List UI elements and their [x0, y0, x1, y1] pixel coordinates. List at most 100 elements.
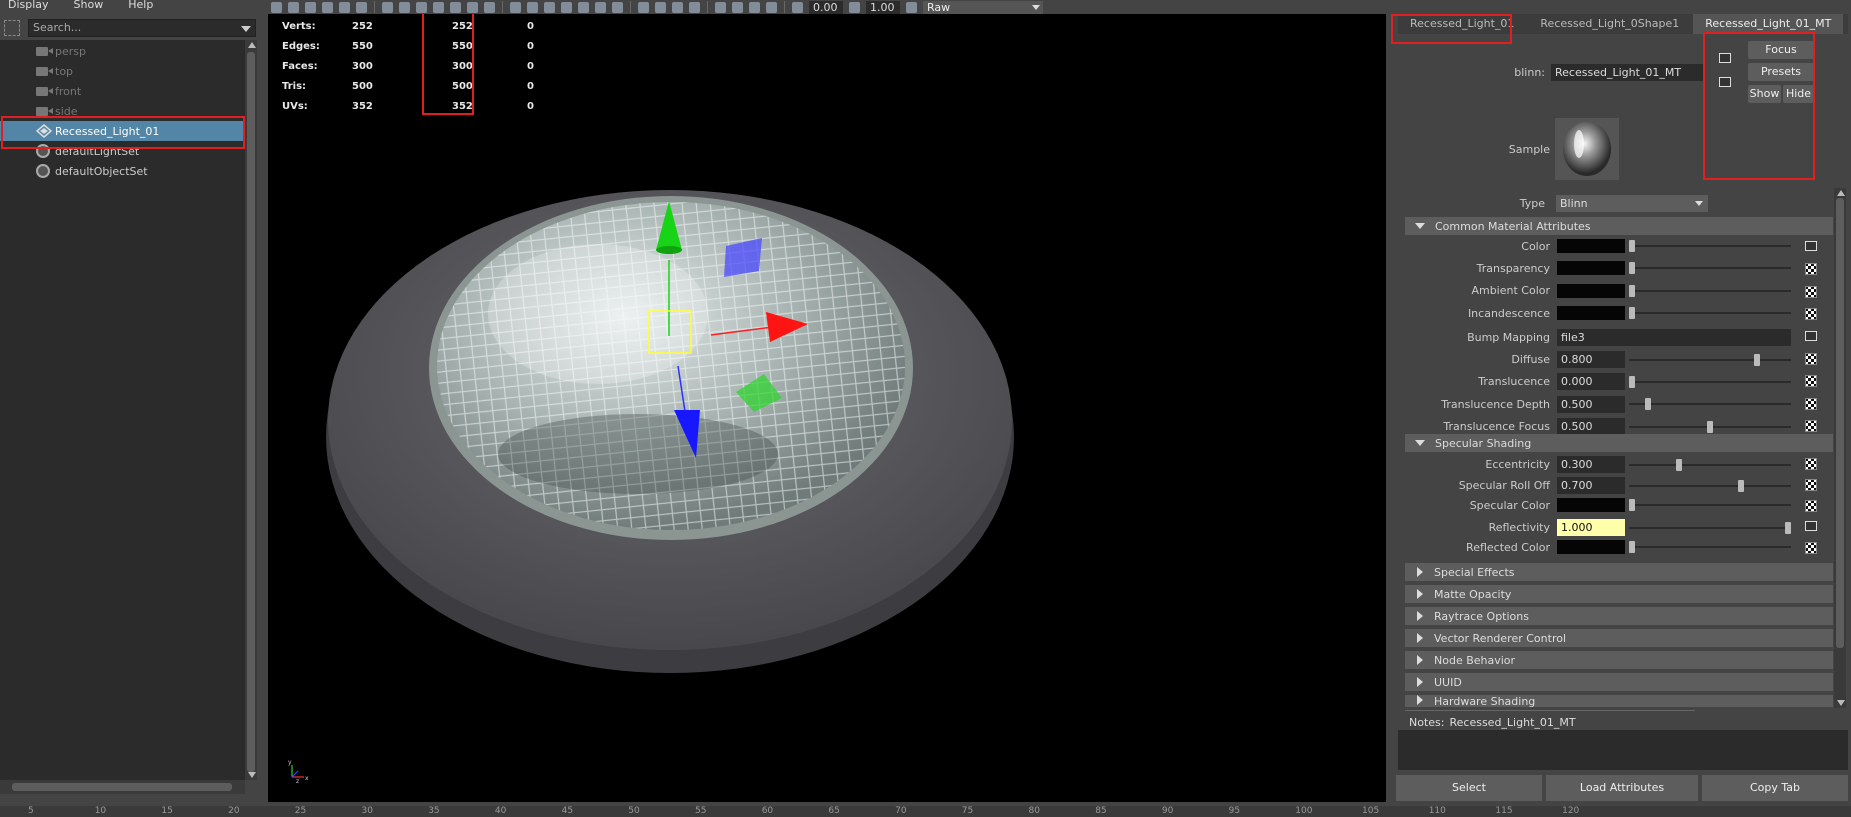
type-dropdown[interactable]: Blinn: [1556, 195, 1708, 212]
show-button[interactable]: Show: [1748, 85, 1781, 103]
attribute-editor-scrollbar[interactable]: [1834, 188, 1846, 708]
safe-title-icon[interactable]: [484, 1, 495, 13]
safe-action-icon[interactable]: [467, 1, 478, 13]
outliner-item-side[interactable]: side: [0, 101, 245, 121]
color-swatch[interactable]: [1557, 306, 1625, 321]
section-specular-shading[interactable]: Specular Shading: [1405, 434, 1833, 452]
slider-knob[interactable]: [1645, 398, 1651, 411]
menu-show[interactable]: Show: [74, 0, 104, 11]
outliner-item-recessed-light[interactable]: Recessed_Light_01: [0, 121, 245, 141]
copy-tab-button[interactable]: Copy Tab: [1702, 775, 1848, 801]
color-swatch[interactable]: [1557, 261, 1625, 276]
gate-mask-icon[interactable]: [433, 1, 444, 13]
attr-number-field[interactable]: 0.300: [1557, 456, 1625, 473]
recessed-light-model[interactable]: [268, 14, 1386, 802]
menu-display[interactable]: Display: [8, 0, 49, 11]
tab-material[interactable]: Recessed_Light_01_MT: [1693, 14, 1844, 34]
color-swatch[interactable]: [1557, 498, 1625, 512]
focus-button[interactable]: Focus: [1748, 41, 1814, 59]
attr-slider[interactable]: [1629, 284, 1791, 298]
shadows-icon[interactable]: [595, 1, 606, 13]
slider-knob[interactable]: [1629, 499, 1635, 511]
attr-slider[interactable]: [1629, 239, 1791, 253]
attr-number-field[interactable]: 0.500: [1557, 418, 1625, 436]
3d-viewport[interactable]: Verts: 252 252 0 Edges: 550 550 0 Faces:…: [268, 14, 1386, 802]
gamma-field[interactable]: 1.00: [866, 0, 900, 14]
section-hardware-shading[interactable]: Hardware Shading: [1405, 695, 1833, 707]
output-connections-icon[interactable]: [1719, 77, 1731, 87]
scrollbar-thumb[interactable]: [1836, 198, 1844, 648]
map-texture-icon[interactable]: [1805, 397, 1817, 410]
scroll-down-icon[interactable]: [1837, 700, 1845, 706]
attr-slider[interactable]: [1629, 375, 1791, 389]
attr-slider[interactable]: [1629, 397, 1791, 411]
color-swatch[interactable]: [1557, 239, 1625, 253]
color-management-icon[interactable]: [906, 1, 917, 13]
slider-knob[interactable]: [1676, 458, 1682, 471]
slider-knob[interactable]: [1629, 375, 1635, 388]
timeline[interactable]: 5 10 15 20 25 30 35 40 45 50 55 60 65 70 75 80 85 90 95 100…: [0, 806, 1851, 817]
smooth-shade-icon[interactable]: [527, 1, 538, 13]
attr-slider[interactable]: [1629, 521, 1791, 535]
slider-knob[interactable]: [1629, 262, 1635, 275]
backface-icon[interactable]: [766, 1, 777, 13]
section-node-behavior[interactable]: Node Behavior: [1405, 651, 1833, 669]
slider-knob[interactable]: [1785, 521, 1791, 534]
map-texture-icon[interactable]: [1805, 353, 1817, 365]
color-swatch[interactable]: [1557, 283, 1625, 298]
map-texture-icon[interactable]: [1805, 308, 1817, 321]
wireframe-on-shaded-icon[interactable]: [544, 1, 555, 13]
bookmark-icon[interactable]: [305, 1, 316, 13]
xray-active-icon[interactable]: [749, 1, 760, 13]
section-matte-opacity[interactable]: Matte Opacity: [1405, 585, 1833, 603]
section-special-effects[interactable]: Special Effects: [1405, 563, 1833, 581]
section-vector-renderer-control[interactable]: Vector Renderer Control: [1405, 629, 1833, 647]
map-texture-icon[interactable]: [1805, 479, 1817, 491]
color-space-dropdown[interactable]: Raw: [923, 0, 1043, 14]
map-texture-icon[interactable]: [1805, 285, 1817, 298]
outliner-item-top[interactable]: top: [0, 61, 245, 81]
outliner-item-default-object-set[interactable]: defaultObjectSet: [0, 161, 245, 181]
camera-attributes-icon[interactable]: [288, 1, 299, 13]
attr-slider[interactable]: [1629, 458, 1791, 472]
hide-button[interactable]: Hide: [1783, 85, 1814, 103]
exposure-icon[interactable]: [792, 1, 803, 13]
scroll-up-icon[interactable]: [1837, 190, 1845, 196]
texture-connected-icon[interactable]: [1805, 521, 1817, 531]
tab-transform[interactable]: Recessed_Light_01: [1398, 14, 1527, 34]
depth-of-field-icon[interactable]: [689, 1, 700, 13]
slider-knob[interactable]: [1754, 353, 1760, 366]
attr-slider[interactable]: [1629, 420, 1791, 434]
tab-shape[interactable]: Recessed_Light_0Shape1: [1528, 14, 1692, 34]
wireframe-icon[interactable]: [510, 1, 521, 13]
menu-help[interactable]: Help: [128, 0, 153, 11]
lighting-icon[interactable]: [578, 1, 589, 13]
slider-knob[interactable]: [1629, 284, 1635, 297]
slider-knob[interactable]: [1629, 541, 1635, 553]
film-gate-icon[interactable]: [399, 1, 410, 13]
load-attributes-button[interactable]: Load Attributes: [1546, 775, 1698, 801]
grid-icon[interactable]: [382, 1, 393, 13]
slider-knob[interactable]: [1629, 240, 1635, 252]
textured-icon[interactable]: [561, 1, 572, 13]
map-texture-icon[interactable]: [1805, 458, 1817, 470]
slider-knob[interactable]: [1738, 479, 1744, 492]
outliner-item-front[interactable]: front: [0, 81, 245, 101]
attr-slider[interactable]: [1629, 306, 1791, 320]
pan-zoom-icon[interactable]: [339, 1, 350, 13]
exposure-field[interactable]: 0.00: [809, 0, 843, 14]
xray-icon[interactable]: [612, 1, 623, 13]
scrollbar-thumb[interactable]: [12, 783, 232, 791]
slider-knob[interactable]: [1629, 307, 1635, 320]
attr-number-field[interactable]: 0.500: [1557, 395, 1625, 413]
outliner-search-input[interactable]: Search...: [28, 19, 256, 37]
scrollbar-thumb[interactable]: [247, 52, 255, 772]
map-texture-icon[interactable]: [1805, 420, 1817, 433]
color-swatch[interactable]: [1557, 540, 1625, 554]
attr-slider[interactable]: [1629, 498, 1791, 512]
scroll-down-icon[interactable]: [248, 772, 256, 778]
material-sample-swatch[interactable]: [1555, 118, 1619, 180]
notes-textarea[interactable]: [1398, 730, 1848, 770]
attr-number-field[interactable]: 1.000: [1557, 519, 1625, 536]
texture-connected-icon[interactable]: [1805, 241, 1817, 251]
